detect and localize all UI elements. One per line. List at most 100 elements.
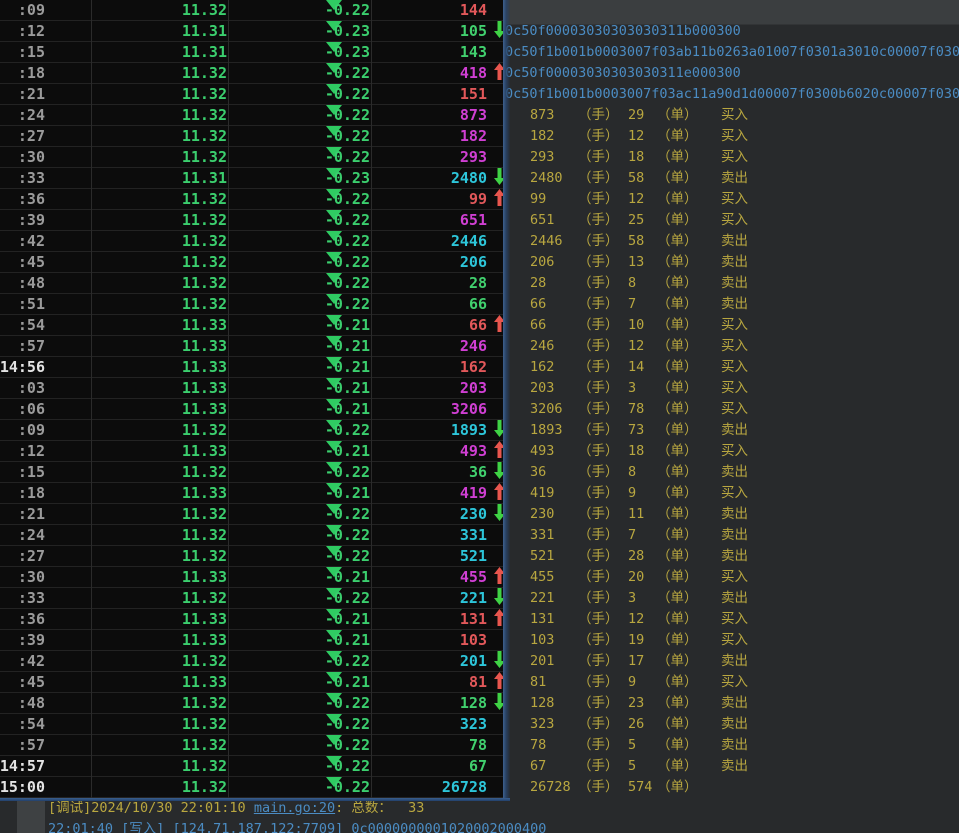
change-cell: -0.21 xyxy=(325,567,370,587)
lots-label: （手） xyxy=(578,273,619,294)
tape-row: :30 11.33 -0.21 455 xyxy=(0,567,503,588)
time-cell: :27 xyxy=(18,126,45,146)
trade-volume: 230 xyxy=(530,504,554,525)
change-cell: -0.22 xyxy=(325,84,370,104)
time-cell: :45 xyxy=(18,672,45,692)
tape-row: :21 11.32 -0.22 230 xyxy=(0,504,503,525)
time-cell: :03 xyxy=(18,378,45,398)
volume-cell: 3206 xyxy=(451,399,487,419)
debug-suffix: : 总数： 33 xyxy=(335,800,424,816)
tape-row: :33 11.31 -0.23 2480 xyxy=(0,168,503,189)
order-count: 25 xyxy=(628,210,644,231)
change-cell: -0.23 xyxy=(325,42,370,62)
volume-cell: 203 xyxy=(460,378,487,398)
lots-label: （手） xyxy=(578,189,619,210)
change-cell: -0.22 xyxy=(325,693,370,713)
direction-label: 卖出 xyxy=(721,714,748,735)
unit-label: （单） xyxy=(657,147,698,168)
trade-volume: 221 xyxy=(530,588,554,609)
unit-label: （单） xyxy=(657,651,698,672)
tick-arrow-icon xyxy=(494,294,503,314)
trade-volume: 103 xyxy=(530,630,554,651)
unit-label: （单） xyxy=(657,714,698,735)
lots-label: （手） xyxy=(578,630,619,651)
volume-cell: 2480 xyxy=(451,168,487,188)
price-cell: 11.32 xyxy=(182,210,227,230)
volume-cell: 131 xyxy=(460,609,487,629)
column-divider xyxy=(228,0,229,798)
order-count: 58 xyxy=(628,231,644,252)
trade-volume: 246 xyxy=(530,336,554,357)
price-cell: 11.32 xyxy=(182,420,227,440)
order-count: 574 xyxy=(628,777,652,798)
price-cell: 11.32 xyxy=(182,231,227,251)
trade-volume: 3206 xyxy=(530,399,563,420)
direction-label: 买入 xyxy=(721,336,748,357)
down-arrow-icon xyxy=(494,462,503,482)
time-cell: :54 xyxy=(18,714,45,734)
up-arrow-icon xyxy=(494,63,503,83)
tick-arrow-icon xyxy=(494,378,503,398)
price-cell: 11.33 xyxy=(182,609,227,629)
price-cell: 11.32 xyxy=(182,756,227,776)
order-count: 18 xyxy=(628,147,644,168)
change-cell: -0.22 xyxy=(325,294,370,314)
time-cell: :54 xyxy=(18,315,45,335)
volume-cell: 323 xyxy=(460,714,487,734)
price-cell: 11.31 xyxy=(182,168,227,188)
unit-label: （单） xyxy=(657,357,698,378)
unit-label: （单） xyxy=(657,336,698,357)
change-cell: -0.22 xyxy=(325,651,370,671)
tape-row: :24 11.32 -0.22 331 xyxy=(0,525,503,546)
unit-label: （单） xyxy=(657,210,698,231)
source-link[interactable]: main.go:20 xyxy=(254,800,335,816)
order-count: 58 xyxy=(628,168,644,189)
tick-arrow-icon xyxy=(494,210,503,230)
volume-cell: 651 xyxy=(460,210,487,230)
time-cell: :33 xyxy=(18,588,45,608)
change-cell: -0.22 xyxy=(325,420,370,440)
order-count: 10 xyxy=(628,315,644,336)
direction-label: 买入 xyxy=(721,672,748,693)
lots-label: （手） xyxy=(578,567,619,588)
order-count: 17 xyxy=(628,651,644,672)
order-count: 23 xyxy=(628,693,644,714)
direction-label: 卖出 xyxy=(721,420,748,441)
time-cell: :24 xyxy=(18,105,45,125)
price-cell: 11.32 xyxy=(182,588,227,608)
lots-label: （手） xyxy=(578,546,619,567)
hex-log-line: 0c50f00003030303030311e000300 xyxy=(505,63,741,84)
unit-label: （单） xyxy=(657,252,698,273)
order-count: 28 xyxy=(628,546,644,567)
change-cell: -0.22 xyxy=(325,189,370,209)
lots-label: （手） xyxy=(578,441,619,462)
tick-arrow-icon xyxy=(494,525,503,545)
tape-row: :30 11.32 -0.22 293 xyxy=(0,147,503,168)
price-cell: 11.33 xyxy=(182,378,227,398)
change-cell: -0.22 xyxy=(325,147,370,167)
unit-label: （单） xyxy=(657,567,698,588)
tape-row: :54 11.33 -0.21 66 xyxy=(0,315,503,336)
tick-arrow-icon xyxy=(494,84,503,104)
change-cell: -0.22 xyxy=(325,588,370,608)
lots-label: （手） xyxy=(578,357,619,378)
direction-label: 卖出 xyxy=(721,231,748,252)
order-count: 12 xyxy=(628,336,644,357)
direction-label: 卖出 xyxy=(721,462,748,483)
tape-row: :24 11.32 -0.22 873 xyxy=(0,105,503,126)
volume-cell: 230 xyxy=(460,504,487,524)
change-cell: -0.21 xyxy=(325,483,370,503)
price-cell: 11.32 xyxy=(182,84,227,104)
price-cell: 11.32 xyxy=(182,0,227,20)
unit-label: （单） xyxy=(657,525,698,546)
screen: 0c50f00003030303030311b0003000c50f1b001b… xyxy=(0,0,959,833)
direction-label: 买入 xyxy=(721,189,748,210)
tick-arrow-icon xyxy=(494,105,503,125)
change-cell: -0.21 xyxy=(325,399,370,419)
volume-cell: 182 xyxy=(460,126,487,146)
time-cell: :18 xyxy=(18,63,45,83)
price-cell: 11.33 xyxy=(182,630,227,650)
tape-row: :21 11.32 -0.22 151 xyxy=(0,84,503,105)
unit-label: （单） xyxy=(657,462,698,483)
down-arrow-icon xyxy=(494,588,503,608)
